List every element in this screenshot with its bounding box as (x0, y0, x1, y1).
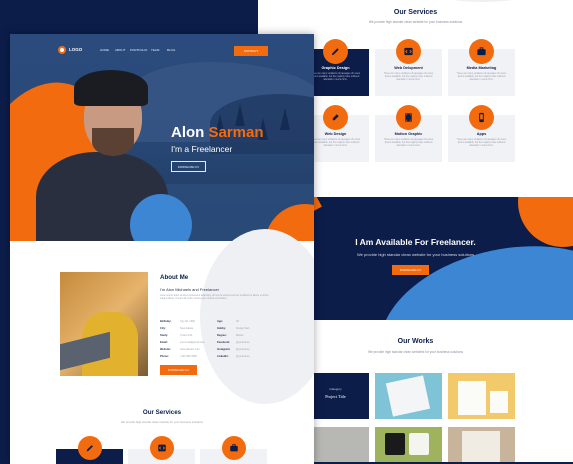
info-label: Degree: (217, 334, 227, 337)
info-value: www.domain.com (180, 348, 200, 351)
info-label: City: (160, 327, 166, 330)
service-title: Web Delopment (394, 66, 423, 70)
service-desc: There are many variations of passages of… (383, 73, 434, 82)
briefcase-icon (222, 436, 246, 460)
service-desc: There are many variations of passages of… (456, 73, 507, 82)
info-value: +123 456 7890 (180, 355, 197, 358)
service-desc: There are many variations of passages of… (456, 139, 507, 148)
info-label: Facebook: (217, 341, 230, 344)
hero-section: LOGO HOME ABOUT PORTFOLIO TEAM BLOG CONT… (10, 34, 314, 241)
services-subtitle: We provide high standar clean website fo… (121, 420, 203, 424)
info-value: youremail@gmail.com (180, 341, 205, 344)
phone-icon (469, 105, 494, 130)
info-value: 29 (236, 320, 239, 323)
download-cv-button[interactable]: DOWNLOAD CV (392, 265, 429, 275)
pen-icon (78, 436, 102, 460)
hero-last-name: Sarman (208, 124, 264, 141)
hero-name: Alon Sarman (171, 124, 264, 141)
service-desc: There are many variations of passages of… (310, 73, 361, 82)
tree-shape (280, 108, 290, 130)
info-label: Birthday: (160, 320, 172, 323)
person-cap (74, 70, 148, 106)
services-title: Our Services (142, 409, 182, 416)
work-item-stationery[interactable] (375, 373, 442, 419)
logo-text[interactable]: LOGO (69, 47, 82, 52)
info-label: Hobby: (217, 327, 226, 330)
nav-about[interactable]: ABOUT (115, 48, 125, 52)
work-item-branding[interactable] (448, 373, 515, 419)
info-label: Email: (160, 341, 168, 344)
info-label: Website: (160, 348, 171, 351)
navbar: LOGO HOME ABOUT PORTFOLIO TEAM BLOG CONT… (10, 34, 314, 64)
service-card-apps[interactable]: Apps There are many variations of passag… (448, 105, 515, 162)
mug-image (385, 433, 405, 455)
services-title: Our Services (393, 9, 438, 16)
tree-shape (235, 104, 245, 126)
service-desc: There are many variations of passages of… (310, 139, 361, 148)
code-icon (150, 436, 174, 460)
info-label: Phone: (160, 355, 169, 358)
hero-first-name: Alon (171, 124, 205, 141)
info-label: Instagram: (217, 348, 231, 351)
work-thumbnail (385, 375, 431, 417)
left-page-mockup: LOGO HOME ABOUT PORTFOLIO TEAM BLOG CONT… (10, 34, 314, 464)
nav-home[interactable]: HOME (100, 48, 109, 52)
info-value: Yocket 123 (180, 334, 193, 337)
about-description: Lorem ipsum dolor sit amet consectetur a… (160, 295, 269, 301)
work-thumbnail (490, 391, 508, 413)
pencil-icon (323, 105, 348, 130)
service-card-web-development[interactable]: Web Delopment There are many variations … (375, 39, 442, 96)
work-thumbnail (458, 381, 486, 415)
info-value: Design Web (236, 327, 250, 330)
person-beard (92, 128, 134, 156)
info-value: @yourname (236, 355, 250, 358)
code-icon (396, 39, 421, 64)
about-download-cv-button[interactable]: DOWNLOAD CV (160, 365, 197, 375)
contact-button[interactable]: CONTACT (234, 46, 268, 56)
nav-portfolio[interactable]: PORTFOLIO (130, 48, 147, 52)
info-label: Study: (160, 334, 169, 337)
info-value: @yourname (236, 348, 250, 351)
services-subtitle: We provide high standar clean website fo… (368, 20, 463, 24)
logo-icon (58, 46, 66, 54)
bag-image (462, 431, 500, 462)
pen-icon (323, 39, 348, 64)
decor-blob (408, 0, 558, 2)
about-photo (60, 272, 148, 376)
service-card-media-marketing[interactable]: Media Marketing There are many variation… (448, 39, 515, 96)
nav-team[interactable]: TEAM (151, 48, 159, 52)
hero-download-cv-button[interactable]: DOWNLOAD CV (171, 161, 206, 172)
info-value: @yourname (236, 341, 250, 344)
briefcase-icon (469, 39, 494, 64)
decor-gray-blob (200, 229, 314, 404)
film-icon (396, 105, 421, 130)
about-title: About Me (160, 274, 189, 281)
mug-image (409, 433, 429, 455)
service-title: Motion Graphic (394, 132, 423, 136)
info-label: Age: (217, 320, 223, 323)
hero-role: I'm a Freelancer (171, 144, 233, 154)
info-value: Master (236, 334, 244, 337)
service-desc: There are many variations of passages of… (383, 139, 434, 148)
about-intro: I'm Alon Michaels and Freelancer (160, 287, 220, 292)
info-value: New Alaska (180, 327, 194, 330)
service-title: Media Marketing (466, 66, 497, 70)
info-label: LinkedIn: (217, 355, 229, 358)
nav-blog[interactable]: BLOG (167, 48, 175, 52)
info-value: July 06, 1990 (180, 320, 195, 323)
service-card-motion-graphic[interactable]: Motion Graphic There are many variations… (375, 105, 442, 162)
service-title: Apps (476, 132, 487, 136)
